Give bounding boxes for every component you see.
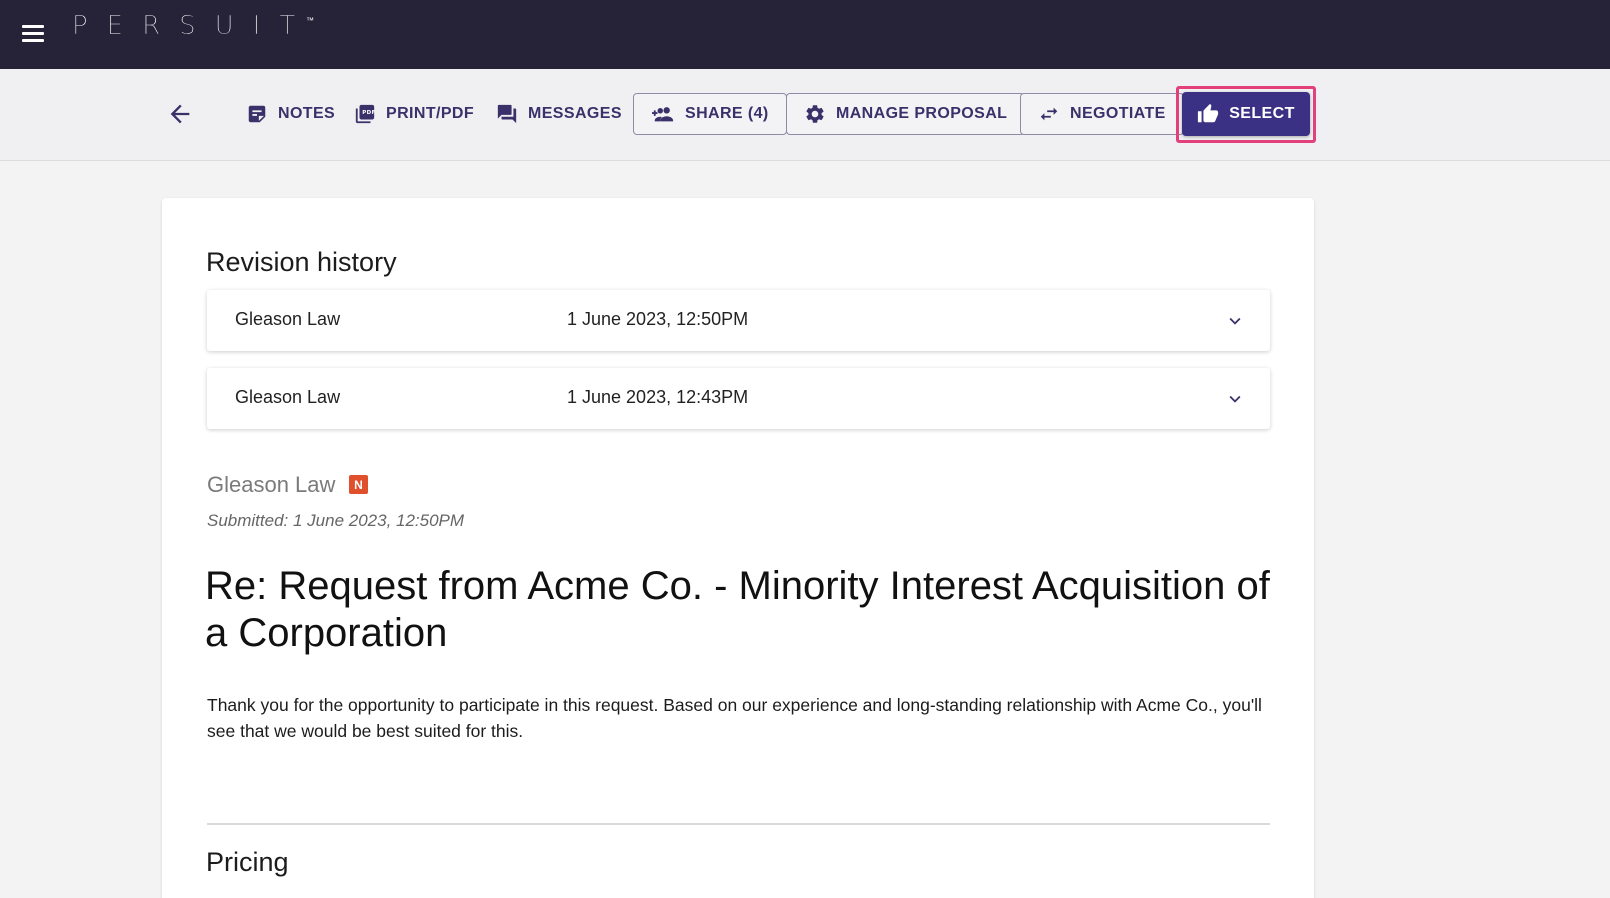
revision-row[interactable]: Gleason Law 1 June 2023, 12:50PM: [207, 290, 1270, 351]
share-button[interactable]: SHARE (4): [633, 93, 787, 135]
gear-icon: [806, 105, 824, 123]
share-label: SHARE (4): [685, 105, 769, 122]
chevron-down-icon[interactable]: [1224, 310, 1246, 332]
swap-arrows-icon: [1040, 107, 1058, 121]
svg-text:PDF: PDF: [362, 110, 375, 116]
proposal-title: Re: Request from Acme Co. - Minority Int…: [205, 564, 1270, 655]
revision-firm: Gleason Law: [235, 387, 341, 407]
revision-row[interactable]: Gleason Law 1 June 2023, 12:43PM: [207, 368, 1270, 429]
pricing-heading: Pricing: [206, 847, 289, 877]
revision-history-heading: Revision history: [206, 247, 397, 277]
notes-icon: [248, 105, 266, 123]
revision-date: 1 June 2023, 12:50PM: [567, 309, 749, 329]
manage-proposal-button[interactable]: MANAGE PROPOSAL: [786, 93, 1026, 135]
notes-label: NOTES: [278, 105, 336, 122]
chat-icon: [497, 104, 517, 124]
pdf-icon: PDF: [355, 104, 375, 124]
logo-trademark: ™: [306, 16, 314, 25]
print-pdf-button[interactable]: PDF PRINT/PDF: [354, 93, 474, 135]
persuit-logo[interactable]: PERSUIT: [72, 11, 314, 42]
add-people-icon: [652, 107, 674, 122]
section-divider: [207, 823, 1270, 825]
select-label: SELECT: [1229, 105, 1295, 122]
revision-firm: Gleason Law: [235, 309, 341, 329]
negotiate-button[interactable]: NEGOTIATE: [1020, 93, 1184, 135]
proposal-firm-name: Gleason Law: [207, 472, 336, 497]
proposal-body: Thank you for the opportunity to partici…: [207, 695, 1262, 741]
hamburger-menu-icon[interactable]: [18, 18, 48, 48]
new-badge: N: [349, 475, 368, 494]
print-pdf-label: PRINT/PDF: [386, 105, 475, 122]
chevron-down-icon[interactable]: [1224, 388, 1246, 410]
messages-button[interactable]: MESSAGES: [496, 93, 622, 135]
revision-date: 1 June 2023, 12:43PM: [567, 387, 749, 407]
negotiate-label: NEGOTIATE: [1070, 105, 1166, 122]
select-button[interactable]: SELECT: [1182, 92, 1310, 136]
arrow-left-icon: [170, 104, 190, 124]
app-header: PERSUIT ™: [0, 0, 1610, 69]
thumbs-up-icon: [1198, 103, 1219, 123]
back-button[interactable]: [166, 100, 194, 128]
submitted-timestamp: Submitted: 1 June 2023, 12:50PM: [207, 511, 465, 530]
notes-button[interactable]: NOTES: [246, 93, 335, 135]
messages-label: MESSAGES: [528, 105, 622, 122]
manage-proposal-label: MANAGE PROPOSAL: [836, 105, 1008, 122]
